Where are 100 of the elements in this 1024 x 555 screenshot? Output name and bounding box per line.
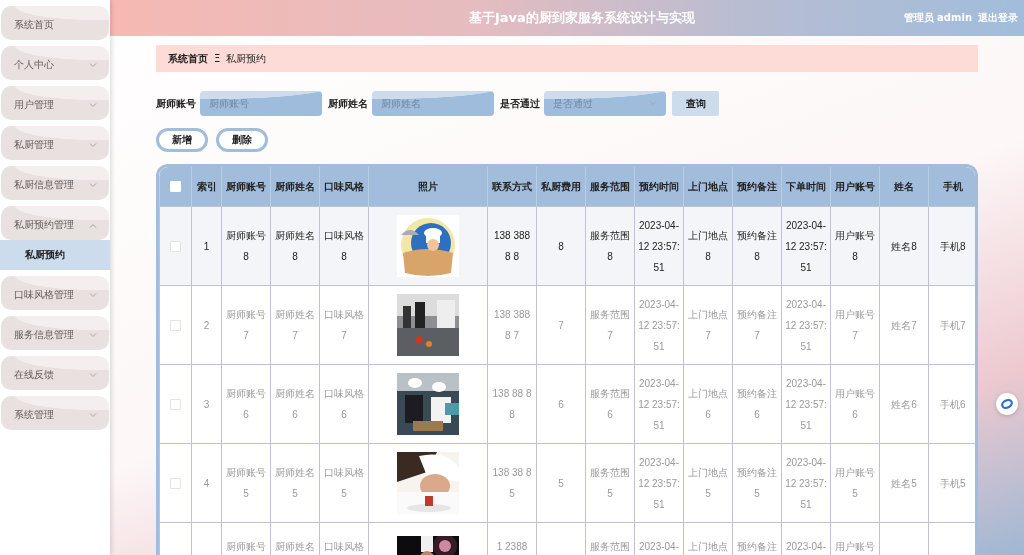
table-row[interactable]: 4 厨师账号5 厨师姓名5 口味风格5 138 38 8 5 5 服务范围5 2023-04-12 23:57:51 上门地点5 预约备注5 2023-04-12 23:57:51 用户账号5 姓名5 手机5 [159,443,975,523]
checkbox[interactable] [170,399,181,411]
table-cell-text: 2023-04- [639,540,679,554]
table-cell-text: 口味风格7 [323,308,365,343]
column-header: 厨师姓名 [270,167,320,207]
table-cell-text: 预约备注 [737,540,777,554]
table-cell-text: 手机7 [939,318,966,333]
column-header: 姓名 [879,167,929,207]
search-button[interactable]: 查询 [672,91,719,116]
table-cell-text: 2023-04-12 23:57:51 [638,297,680,354]
sidebar-item[interactable]: 私厨预约管理 [1,206,109,240]
table-cell-text: 预约备注8 [736,229,778,264]
table-cell-text: 上门地点7 [687,308,729,343]
sidebar-item[interactable]: 私厨管理 [1,126,109,160]
table-cell-text: 138 388 8 7 [492,308,532,343]
checkbox[interactable] [170,241,181,253]
table-cell-text: 2023-04-12 23:57:51 [785,455,827,512]
column-header: 下单时间 [781,167,831,207]
column-header: 索引 [191,167,222,207]
table-cell-text: 4 [203,476,210,491]
sidebar-item[interactable]: 口味风格管理 [1,276,109,310]
sidebar-item[interactable]: 在线反馈 [1,356,109,390]
table-cell-text: 138 88 88 [491,387,533,422]
table-cell-text: 用户账号8 [834,229,876,264]
table-cell-text: 138 388 8 8 [492,229,532,264]
field-label: 厨师姓名 [328,96,368,111]
table-cell-text: 厨师姓名6 [274,387,316,422]
table-cell-text: 用户账号6 [834,387,876,422]
column-header: 用户账号 [830,167,880,207]
table-cell-text: 服务范围5 [589,466,631,501]
sidebar-item[interactable]: 系统首页 [1,6,109,40]
submenu-item[interactable]: 私厨预约 [0,240,110,270]
table-cell-text: 3 [203,397,210,412]
table-row[interactable]: 2 厨师账号7 厨师姓名7 口味风格7 138 388 8 7 7 服务范围7 2023-04-12 23:57:51 上门地点7 预约备注7 2023-04-12 23:57:51 用户账号7 姓名7 手机7 [159,285,975,365]
checkbox[interactable] [170,478,181,490]
table-cell-text: 2023-04- [786,540,826,554]
table-cell-text: 厨师账号8 [225,229,267,264]
table-cell-text: 上门地点8 [687,229,729,264]
column-header: 联系方式 [487,167,537,207]
column-header: 照片 [368,167,488,207]
table-cell-text: 2023-04-12 23:57:51 [638,218,680,275]
checkbox[interactable] [170,320,181,332]
delete-button[interactable]: 删除 [216,128,268,152]
sidebar-item[interactable]: 系统管理 [1,396,109,430]
table-cell-text: 姓名6 [891,397,917,412]
table-cell-text: 口味风格5 [323,466,365,501]
table-row[interactable]: 1 厨师账号8 厨师姓名8 口味风格8 138 388 8 8 8 服务范围8 2023-04-12 23:57:51 上门地点8 预约备注8 2023-04-12 23:57:51 用户账号8 姓名8 手机8 [159,206,975,286]
dropdown-icon [649,101,657,106]
table-cell-text: 口味风格 [324,540,364,554]
table-cell-text: 用户账号 [835,540,875,554]
breadcrumb-separator: Ξ [214,53,221,64]
table-row[interactable]: 3 厨师账号6 厨师姓名6 口味风格6 138 88 88 6 服务范围6 2023-04-12 23:57:51 上门地点6 预约备注6 2023-04-12 23:57:51 用户账号6 姓名6 手机6 [159,364,975,444]
table-cell-text: 预约备注6 [736,387,778,422]
table-cell-text: 预约备注7 [736,308,778,343]
breadcrumb-home[interactable]: 系统首页 [168,51,208,66]
table-cell-text: 2023-04-12 23:57:51 [785,297,827,354]
sidebar-item[interactable]: 服务信息管理 [1,316,109,350]
table-cell-text: 厨师姓名5 [274,466,316,501]
table-cell-text: 服务范围6 [589,387,631,422]
table-cell-text: 2023-04-12 23:57:51 [785,376,827,433]
breadcrumb-current: 私厨预约 [226,51,267,66]
table-cell-text: 预约备注5 [736,466,778,501]
column-header: 上门地点 [683,167,733,207]
table-cell-text: 用户账号5 [834,466,876,501]
table-cell-text: 姓名5 [891,476,917,491]
chat-icon[interactable] [996,393,1018,415]
table-cell-text: 服务范围 [590,540,630,554]
table-cell-text: 厨师姓名 [275,540,315,554]
table-row[interactable]: 厨师账号 厨师姓名 口味风格 1 2388 服务范围 2023-04- 上门地点 预约备注 2023-04- 用户账号 [159,522,975,555]
table-cell-text: 口味风格8 [323,229,365,264]
column-header: 预约时间 [634,167,684,207]
sidebar-item[interactable]: 用户管理 [1,86,109,120]
table-cell-text: 上门地点 [688,540,728,554]
column-header: 预约备注 [732,167,782,207]
table-cell-text: 2023-04-12 23:57:51 [785,218,827,275]
table-cell-text: 厨师账号6 [225,387,267,422]
field-label: 是否通过 [500,96,540,111]
table-cell-text: 手机5 [939,476,966,491]
table-cell-text: 服务范围8 [589,229,631,264]
table-cell-text: 口味风格6 [323,387,365,422]
sidebar-item[interactable]: 个人中心 [1,46,109,80]
table-cell-text: 厨师姓名7 [274,308,316,343]
table-cell-text: 厨师姓名8 [274,229,316,264]
column-header: 厨师账号 [221,167,271,207]
column-header: 服务范围 [585,167,635,207]
table-cell-text: 7 [558,318,564,333]
table-cell-text: 1 [203,239,210,254]
column-header: 口味风格 [319,167,369,207]
table-cell-text: 上门地点5 [687,466,729,501]
field-label: 厨师账号 [156,96,196,111]
table-cell-text: 2023-04-12 23:57:51 [638,376,680,433]
admin-label: 管理员 admin [903,11,972,25]
table-cell-text: 用户账号7 [834,308,876,343]
add-button[interactable]: 新增 [156,128,208,152]
sidebar-item[interactable]: 私厨信息管理 [1,166,109,200]
table-cell-text: 1 2388 [496,540,528,554]
table-cell-text: 138 38 8 5 [491,466,533,501]
table-cell-text: 6 [558,397,564,412]
table-cell-text: 5 [558,476,564,491]
table-cell-text: 姓名7 [891,318,917,333]
